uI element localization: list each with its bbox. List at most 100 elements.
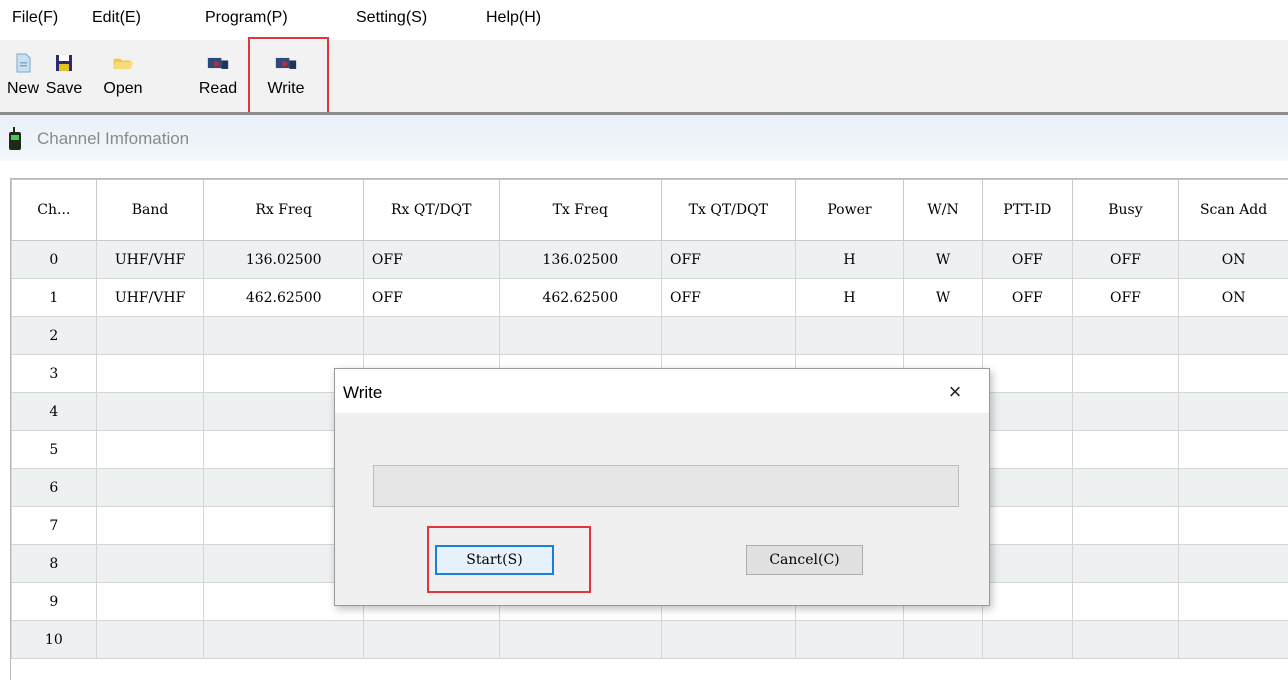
table-cell[interactable] [1179, 431, 1288, 469]
table-cell[interactable]: ON [1179, 279, 1288, 317]
table-cell[interactable] [795, 317, 904, 355]
table-cell[interactable]: OFF [661, 241, 795, 279]
table-cell[interactable] [1072, 393, 1179, 431]
cancel-button[interactable]: Cancel(C) [746, 545, 863, 575]
table-row[interactable]: 10 [12, 621, 1288, 659]
table-cell[interactable] [96, 317, 204, 355]
menu-setting[interactable]: Setting(S) [356, 9, 427, 27]
column-header[interactable]: Ch... [12, 180, 97, 241]
column-header[interactable]: PTT-ID [982, 180, 1072, 241]
table-cell[interactable]: 1 [12, 279, 97, 317]
table-cell[interactable]: 136.02500 [204, 241, 363, 279]
table-cell[interactable]: 6 [12, 469, 97, 507]
table-cell[interactable] [982, 507, 1072, 545]
table-cell[interactable]: 4 [12, 393, 97, 431]
table-cell[interactable]: OFF [1072, 279, 1179, 317]
menu-edit[interactable]: Edit(E) [92, 9, 141, 27]
table-cell[interactable] [96, 507, 204, 545]
table-cell[interactable] [982, 355, 1072, 393]
table-cell[interactable] [1072, 545, 1179, 583]
column-header[interactable]: Tx QT/DQT [661, 180, 795, 241]
table-cell[interactable] [982, 393, 1072, 431]
table-cell[interactable]: ON [1179, 241, 1288, 279]
menu-program[interactable]: Program(P) [205, 9, 288, 27]
table-cell[interactable]: 462.62500 [499, 279, 661, 317]
column-header[interactable]: Busy [1072, 180, 1179, 241]
table-cell[interactable] [499, 317, 661, 355]
open-button[interactable]: Open [86, 40, 160, 110]
table-cell[interactable]: OFF [363, 241, 499, 279]
table-cell[interactable]: 8 [12, 545, 97, 583]
table-cell[interactable]: UHF/VHF [96, 241, 204, 279]
table-cell[interactable] [661, 317, 795, 355]
table-cell[interactable] [1179, 507, 1288, 545]
table-row[interactable]: 2 [12, 317, 1288, 355]
table-cell[interactable] [96, 431, 204, 469]
table-cell[interactable]: 5 [12, 431, 97, 469]
table-cell[interactable] [904, 621, 983, 659]
table-cell[interactable] [982, 583, 1072, 621]
table-cell[interactable] [1179, 355, 1288, 393]
table-cell[interactable] [96, 469, 204, 507]
table-cell[interactable] [982, 621, 1072, 659]
table-cell[interactable] [1072, 621, 1179, 659]
column-header[interactable]: Rx QT/DQT [363, 180, 499, 241]
read-button[interactable]: Read [198, 40, 238, 110]
menu-file[interactable]: File(F) [12, 9, 58, 27]
table-cell[interactable]: 2 [12, 317, 97, 355]
table-cell[interactable] [1179, 469, 1288, 507]
table-cell[interactable] [204, 317, 363, 355]
table-cell[interactable]: OFF [661, 279, 795, 317]
table-row[interactable]: 0UHF/VHF136.02500OFF136.02500OFFHWOFFOFF… [12, 241, 1288, 279]
column-header[interactable]: Band [96, 180, 204, 241]
table-cell[interactable] [1179, 545, 1288, 583]
table-cell[interactable] [1072, 469, 1179, 507]
table-cell[interactable]: 7 [12, 507, 97, 545]
table-cell[interactable] [1179, 621, 1288, 659]
table-cell[interactable] [1179, 583, 1288, 621]
table-cell[interactable]: 136.02500 [499, 241, 661, 279]
table-cell[interactable] [982, 545, 1072, 583]
table-cell[interactable]: 3 [12, 355, 97, 393]
table-cell[interactable] [1072, 431, 1179, 469]
column-header[interactable]: W/N [904, 180, 983, 241]
table-cell[interactable]: 462.62500 [204, 279, 363, 317]
table-cell[interactable] [96, 621, 204, 659]
table-cell[interactable] [1072, 583, 1179, 621]
table-cell[interactable] [661, 621, 795, 659]
save-button[interactable]: Save [44, 40, 84, 110]
new-button[interactable]: New [4, 40, 42, 110]
column-header[interactable]: Tx Freq [499, 180, 661, 241]
table-cell[interactable] [204, 621, 363, 659]
table-cell[interactable] [1072, 317, 1179, 355]
table-cell[interactable]: H [795, 241, 904, 279]
table-cell[interactable] [1072, 355, 1179, 393]
table-cell[interactable]: OFF [363, 279, 499, 317]
table-cell[interactable]: UHF/VHF [96, 279, 204, 317]
table-cell[interactable]: 9 [12, 583, 97, 621]
column-header[interactable]: Scan Add [1179, 180, 1288, 241]
table-cell[interactable] [96, 545, 204, 583]
table-cell[interactable] [982, 469, 1072, 507]
table-cell[interactable] [1179, 317, 1288, 355]
table-cell[interactable] [96, 583, 204, 621]
table-row[interactable]: 1UHF/VHF462.62500OFF462.62500OFFHWOFFOFF… [12, 279, 1288, 317]
table-cell[interactable]: 0 [12, 241, 97, 279]
table-cell[interactable] [795, 621, 904, 659]
column-header[interactable]: Power [795, 180, 904, 241]
table-cell[interactable] [96, 393, 204, 431]
table-cell[interactable] [363, 621, 499, 659]
column-header[interactable]: Rx Freq [204, 180, 363, 241]
menu-help[interactable]: Help(H) [486, 9, 541, 27]
table-cell[interactable] [1072, 507, 1179, 545]
table-cell[interactable] [96, 355, 204, 393]
table-cell[interactable] [982, 431, 1072, 469]
table-cell[interactable]: W [904, 279, 983, 317]
table-cell[interactable]: OFF [982, 241, 1072, 279]
table-cell[interactable]: OFF [1072, 241, 1179, 279]
table-cell[interactable]: OFF [982, 279, 1072, 317]
table-cell[interactable]: H [795, 279, 904, 317]
close-icon[interactable]: × [941, 379, 969, 405]
table-cell[interactable] [1179, 393, 1288, 431]
table-cell[interactable]: W [904, 241, 983, 279]
